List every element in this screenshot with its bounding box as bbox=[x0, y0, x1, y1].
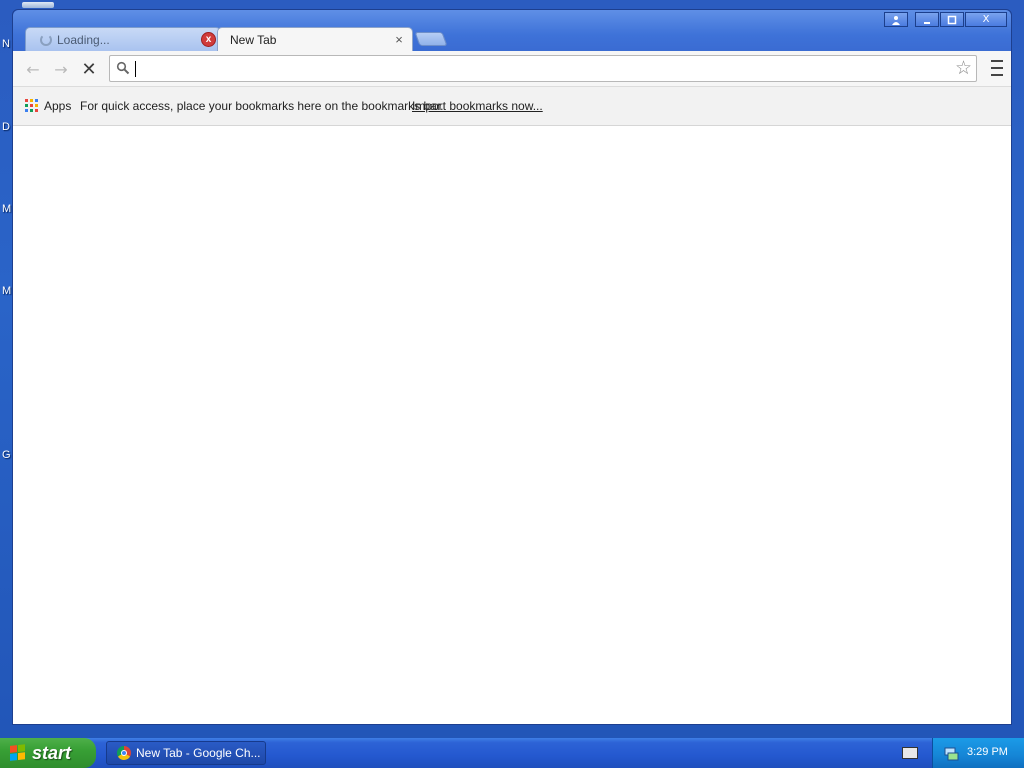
clock[interactable]: 3:29 PM bbox=[967, 746, 1008, 758]
loading-spinner-icon bbox=[40, 33, 52, 46]
start-button[interactable]: start bbox=[0, 738, 96, 768]
tab-new-tab[interactable]: New Tab × bbox=[217, 27, 413, 51]
taskbar-item-chrome[interactable]: New Tab - Google Ch... bbox=[106, 741, 266, 765]
window-controls: X bbox=[883, 12, 1007, 27]
text-caret bbox=[135, 61, 136, 77]
chrome-icon bbox=[117, 746, 131, 760]
bookmarks-bar: Apps For quick access, place your bookma… bbox=[13, 87, 1011, 126]
network-icon[interactable] bbox=[943, 745, 959, 761]
menu-icon[interactable] bbox=[991, 60, 1005, 76]
chrome-window: X Loading... x New Tab × ← → ✕ ☆ Apps Fo… bbox=[12, 9, 1012, 725]
stop-button[interactable]: ✕ bbox=[79, 59, 99, 80]
keyboard-icon[interactable] bbox=[902, 747, 918, 759]
start-label: start bbox=[32, 742, 72, 763]
import-bookmarks-link[interactable]: Import bookmarks now... bbox=[412, 99, 543, 113]
close-window-button[interactable]: X bbox=[965, 12, 1007, 27]
desktop-icon-label[interactable]: M bbox=[2, 203, 11, 215]
title-bar[interactable]: X Loading... x New Tab × bbox=[13, 10, 1011, 52]
search-icon bbox=[116, 61, 130, 75]
address-input[interactable] bbox=[134, 59, 944, 78]
desktop-icon-label[interactable]: G bbox=[2, 449, 11, 461]
desktop-icon-label[interactable]: D bbox=[2, 121, 10, 133]
minimize-button[interactable] bbox=[915, 12, 939, 27]
forward-button[interactable]: → bbox=[51, 59, 71, 79]
windows-logo-icon bbox=[10, 744, 26, 762]
tab-label: Loading... bbox=[57, 32, 110, 47]
apps-button[interactable]: Apps bbox=[44, 99, 71, 113]
desktop-icon[interactable] bbox=[22, 2, 54, 8]
maximize-button[interactable] bbox=[940, 12, 964, 27]
tab-label: New Tab bbox=[230, 32, 277, 47]
new-tab-button[interactable] bbox=[414, 32, 448, 46]
toolbar: ← → ✕ ☆ bbox=[13, 51, 1011, 87]
person-icon[interactable] bbox=[884, 12, 908, 27]
system-tray: 3:29 PM bbox=[932, 738, 1024, 768]
tab-loading[interactable]: Loading... x bbox=[25, 27, 221, 51]
back-button[interactable]: ← bbox=[23, 59, 43, 79]
desktop-icon-label[interactable]: N bbox=[2, 38, 10, 50]
page-content bbox=[13, 126, 1011, 724]
desktop-icon-label[interactable]: M bbox=[2, 285, 11, 297]
omnibox[interactable]: ☆ bbox=[109, 55, 977, 82]
taskbar-item-label: New Tab - Google Ch... bbox=[136, 746, 261, 760]
tab-close-icon[interactable]: x bbox=[201, 32, 216, 47]
taskbar: start New Tab - Google Ch... 3:29 PM bbox=[0, 738, 1024, 768]
bookmark-star-icon[interactable]: ☆ bbox=[955, 58, 972, 78]
bookmarks-hint: For quick access, place your bookmarks h… bbox=[80, 99, 444, 113]
tab-close-icon[interactable]: × bbox=[392, 32, 406, 47]
apps-icon[interactable] bbox=[25, 99, 39, 113]
